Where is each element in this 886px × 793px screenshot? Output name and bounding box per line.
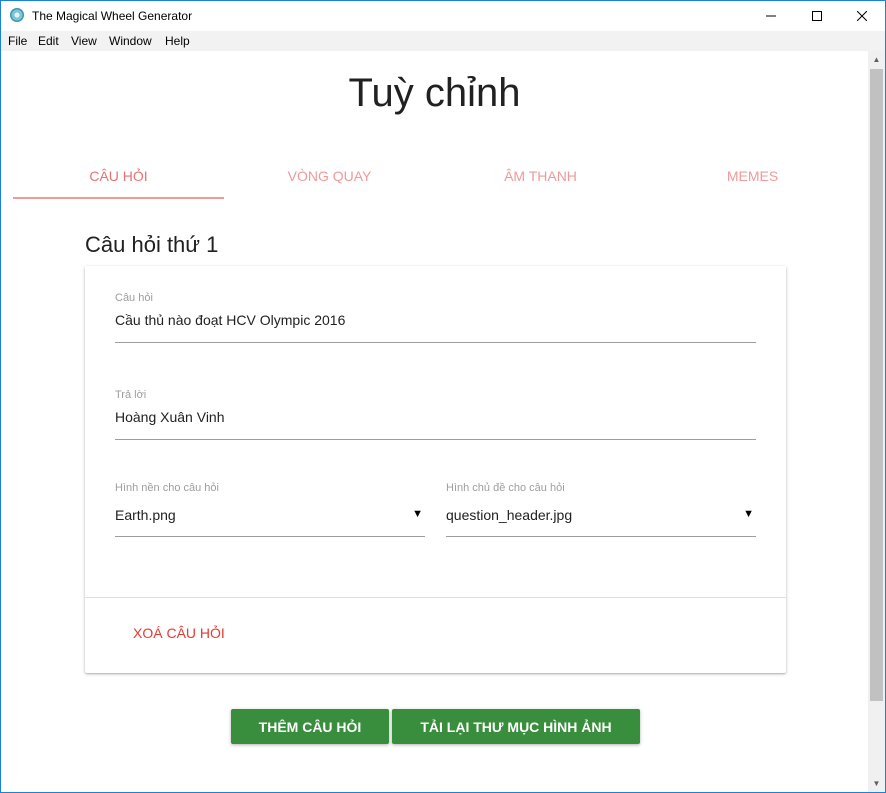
maximize-icon xyxy=(812,11,822,21)
title-bar[interactable]: The Magical Wheel Generator xyxy=(1,1,885,31)
header-select-label: Hình chủ đề cho câu hỏi xyxy=(446,482,565,494)
menu-bar: File Edit View Window Help xyxy=(1,31,885,51)
background-select-underline xyxy=(115,536,425,537)
question-field[interactable]: Câu hỏi Cầu thủ nào đoạt HCV Olympic 201… xyxy=(115,292,756,343)
app-logo-icon xyxy=(10,8,24,22)
window-title: The Magical Wheel Generator xyxy=(32,9,193,23)
answer-field[interactable]: Trả lời Hoàng Xuân Vinh xyxy=(115,389,756,440)
minimize-button[interactable] xyxy=(748,1,794,31)
question-field-value[interactable]: Cầu thủ nào đoạt HCV Olympic 2016 xyxy=(115,312,345,328)
menu-window[interactable]: Window xyxy=(109,34,152,48)
dropdown-arrow-icon[interactable]: ▼ xyxy=(412,508,423,520)
question-field-label: Câu hỏi xyxy=(115,292,153,304)
menu-view[interactable]: View xyxy=(71,34,97,48)
tab-wheel[interactable]: VÒNG QUAY xyxy=(224,159,435,199)
tab-bar: CÂU HỎI VÒNG QUAY ÂM THANH MEMES xyxy=(13,159,858,201)
question-field-underline xyxy=(115,342,756,343)
add-question-button[interactable]: THÊM CÂU HỎI xyxy=(231,709,389,744)
header-select-value[interactable]: question_header.jpg xyxy=(446,507,572,523)
close-icon xyxy=(857,11,867,21)
answer-field-value[interactable]: Hoàng Xuân Vinh xyxy=(115,409,225,425)
reload-images-button[interactable]: TẢI LẠI THƯ MỤC HÌNH ẢNH xyxy=(392,709,640,744)
delete-question-button[interactable]: XOÁ CÂU HỎI xyxy=(133,625,225,641)
question-card: Câu hỏi Cầu thủ nào đoạt HCV Olympic 201… xyxy=(85,266,786,673)
background-image-select[interactable]: Hình nền cho câu hỏi Earth.png ▼ xyxy=(115,482,425,537)
page-title: Tuỳ chỉnh xyxy=(348,71,521,115)
answer-field-underline xyxy=(115,439,756,440)
menu-edit[interactable]: Edit xyxy=(38,34,59,48)
answer-field-label: Trả lời xyxy=(115,389,147,401)
background-select-value[interactable]: Earth.png xyxy=(115,507,176,523)
tab-sound[interactable]: ÂM THANH xyxy=(435,159,646,199)
header-image-select[interactable]: Hình chủ đề cho câu hỏi question_header.… xyxy=(446,482,756,537)
header-select-underline xyxy=(446,536,756,537)
active-tab-indicator xyxy=(13,197,224,199)
scroll-down-icon[interactable]: ▼ xyxy=(868,775,885,792)
main-content: Tuỳ chỉnh CÂU HỎI VÒNG QUAY ÂM THANH MEM… xyxy=(1,51,868,792)
question-section-title: Câu hỏi thứ 1 xyxy=(85,232,219,257)
maximize-button[interactable] xyxy=(794,1,840,31)
scrollbar-thumb[interactable] xyxy=(870,69,883,701)
menu-help[interactable]: Help xyxy=(165,34,190,48)
close-button[interactable] xyxy=(839,1,885,31)
background-select-label: Hình nền cho câu hỏi xyxy=(115,482,219,494)
tab-questions[interactable]: CÂU HỎI xyxy=(13,159,224,199)
card-divider xyxy=(85,597,786,598)
dropdown-arrow-icon[interactable]: ▼ xyxy=(743,508,754,520)
vertical-scrollbar[interactable]: ▲ ▼ xyxy=(868,51,885,792)
menu-file[interactable]: File xyxy=(8,34,27,48)
app-window: The Magical Wheel Generator File Edit Vi… xyxy=(0,0,886,793)
scroll-up-icon[interactable]: ▲ xyxy=(868,51,885,68)
minimize-icon xyxy=(766,15,776,17)
tab-memes[interactable]: MEMES xyxy=(647,159,858,199)
